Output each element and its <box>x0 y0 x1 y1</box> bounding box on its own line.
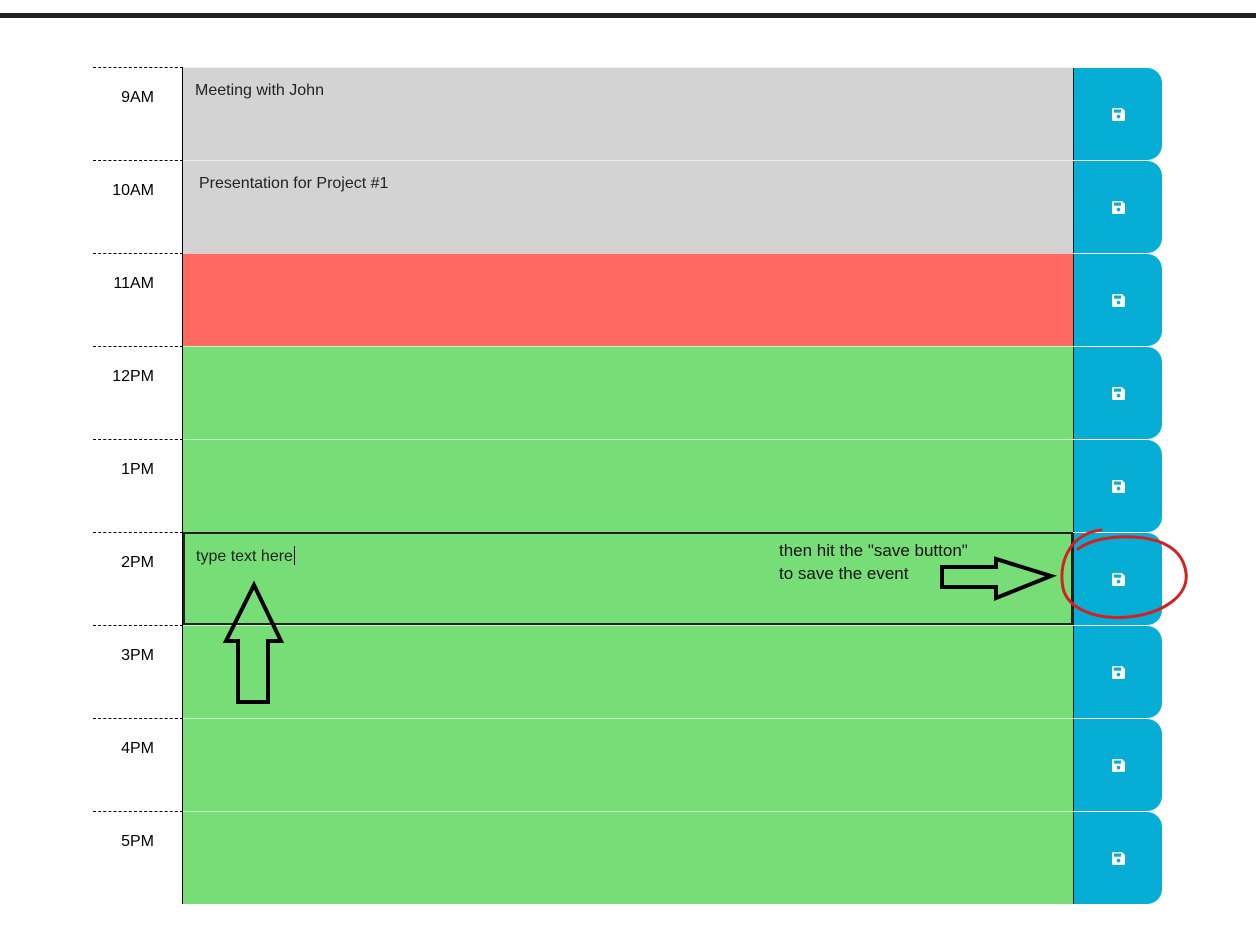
arrow-right-icon <box>940 556 1057 601</box>
highlight-circle <box>1060 528 1188 620</box>
annotation-overlay <box>222 528 1188 704</box>
arrow-up-icon <box>222 580 285 704</box>
